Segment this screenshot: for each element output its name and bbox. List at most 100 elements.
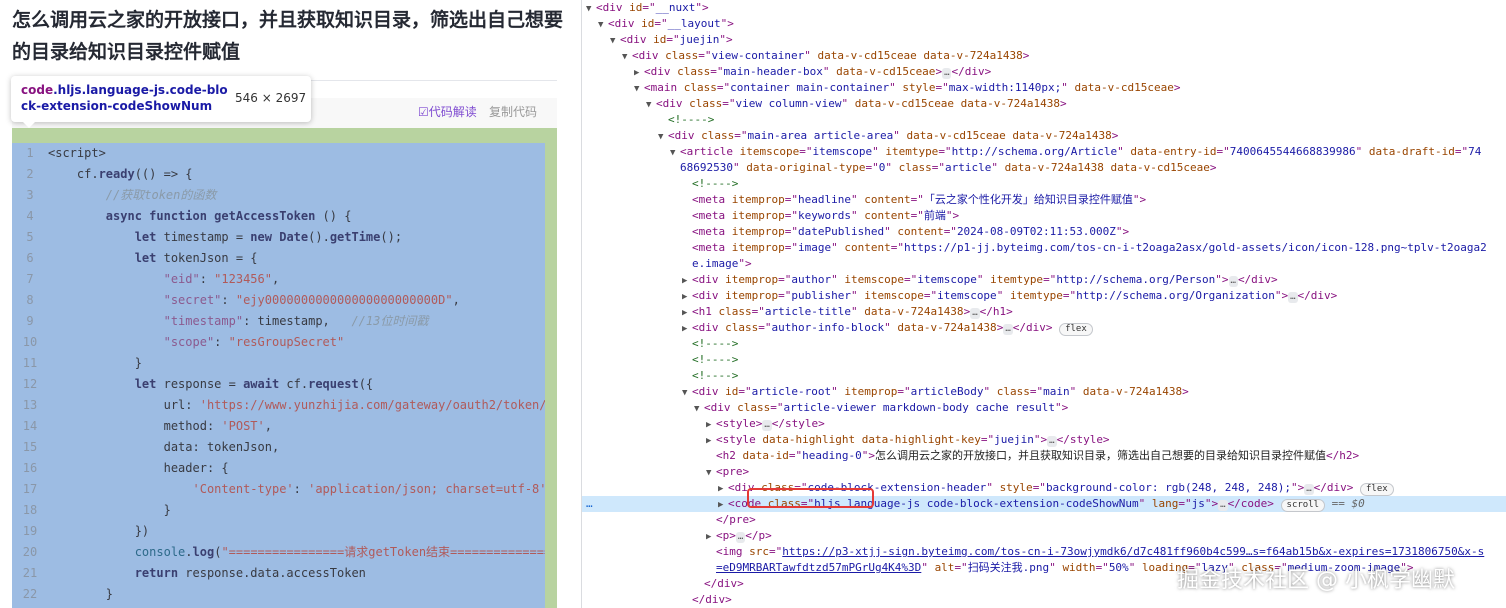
tag-markup: =" <box>642 1 656 14</box>
dom-node[interactable]: <h2 data-id="heading-0">怎么调用云之家的开放接口，并且获… <box>582 448 1506 464</box>
collapse-arrow-icon[interactable]: ▼ <box>622 49 632 65</box>
attr-value: 68692530 <box>680 161 733 174</box>
collapse-arrow-icon[interactable]: ▼ <box>598 17 608 33</box>
code-text: let response = await cf.request({ <box>48 374 373 395</box>
dom-node[interactable]: <!----> <box>582 352 1506 368</box>
dom-node[interactable]: <meta itemprop="headline" content="「云之家个… <box>582 192 1506 208</box>
layout-badge[interactable]: scroll <box>1280 499 1326 512</box>
dom-node[interactable]: ▼ <div class="view-container" data-v-cd15… <box>582 48 1506 64</box>
collapse-arrow-icon[interactable]: ▼ <box>586 1 596 17</box>
layout-badge[interactable]: flex <box>1360 483 1394 496</box>
expand-arrow-icon[interactable]: ▶ <box>682 305 692 321</box>
dom-node[interactable]: ▶ <style>… </style> <box>582 416 1506 432</box>
code-token: : timestamp, <box>243 314 352 328</box>
dom-node[interactable]: ▶ <div class="main-header-box" data-v-cd1… <box>582 64 1506 80</box>
dom-node[interactable]: ▶ <div itemprop="author" itemscope="items… <box>582 272 1506 288</box>
dom-node-selected[interactable]: … ▶ <code class="hljs language-js code-blo… <box>582 496 1506 512</box>
code-text: "scope": "resGroupSecret" <box>48 332 345 353</box>
expand-arrow-icon[interactable]: ▶ <box>718 497 728 513</box>
code-explain-button[interactable]: ☑代码解读 <box>418 104 477 120</box>
dom-node[interactable]: <!----> <box>582 368 1506 384</box>
code-text: }) <box>48 521 149 542</box>
tag-markup: =" <box>910 209 924 222</box>
collapse-arrow-icon[interactable]: ▼ <box>682 385 692 401</box>
tag-markup: =" <box>784 209 798 222</box>
expand-arrow-icon[interactable]: ▶ <box>706 433 716 449</box>
code-token: response = <box>156 377 244 391</box>
collapse-arrow-icon[interactable]: ▼ <box>646 97 656 113</box>
expand-arrow-icon[interactable]: ▶ <box>706 417 716 433</box>
expand-ellipsis-button[interactable]: … <box>735 532 746 543</box>
attr-name: itemtype <box>1009 289 1063 302</box>
dom-node[interactable]: ▶ <div class="author-info-block" data-v-7… <box>582 320 1506 336</box>
expand-ellipsis-button[interactable]: … <box>1218 500 1228 511</box>
collapse-arrow-icon[interactable]: ▼ <box>634 81 644 97</box>
tag-markup: " <box>889 81 903 94</box>
more-options-icon[interactable]: … <box>586 496 593 512</box>
dom-node[interactable]: <!----> <box>582 112 1506 128</box>
dom-node[interactable]: </pre> <box>582 512 1506 528</box>
dom-node[interactable]: ▶ <style data-highlight data-highlight-ke… <box>582 432 1506 448</box>
tag-markup: =" <box>935 81 949 94</box>
collapse-arrow-icon[interactable]: ▼ <box>706 465 716 481</box>
dom-node[interactable]: ▶ <div class="code-block-extension-header… <box>582 480 1506 496</box>
code-text: console.log("================请求getToken结… <box>48 542 545 563</box>
expand-arrow-icon[interactable]: ▶ <box>682 321 692 337</box>
dom-node[interactable]: ▼ <pre> <box>582 464 1506 480</box>
collapse-arrow-icon[interactable]: ▼ <box>670 145 680 161</box>
expand-arrow-icon[interactable]: ▶ <box>634 65 644 81</box>
code-token: "123456" <box>214 272 272 286</box>
dom-node[interactable]: 68692530" data-original-type="0" class="… <box>582 160 1506 176</box>
line-number: 10 <box>22 335 38 349</box>
dom-node[interactable]: ▼ <div id="article-root" itemprop="articl… <box>582 384 1506 400</box>
collapse-arrow-icon[interactable]: ▼ <box>610 33 620 49</box>
tag-markup: =" <box>897 385 911 398</box>
tag-markup: " <box>976 273 991 286</box>
dom-node[interactable]: <meta itemprop="image" content="https://… <box>582 240 1506 256</box>
dom-node[interactable]: </div> <box>582 592 1506 608</box>
tag-markup: " <box>893 129 907 142</box>
dom-node[interactable]: <meta itemprop="datePublished" content="… <box>582 224 1506 240</box>
expand-ellipsis-button[interactable]: … <box>1228 276 1238 287</box>
dom-node[interactable]: ▼ <div id="__layout"> <box>582 16 1506 32</box>
expand-ellipsis-button[interactable]: … <box>1003 324 1013 335</box>
dom-node[interactable]: <meta itemprop="keywords" content="前端"> <box>582 208 1506 224</box>
line-number: 16 <box>22 461 38 475</box>
copy-code-button[interactable]: 复制代码 <box>489 104 537 120</box>
dom-node[interactable]: ▼ <div class="article-viewer markdown-bod… <box>582 400 1506 416</box>
expand-ellipsis-button[interactable]: … <box>1047 436 1057 447</box>
dom-node[interactable]: ▼ <div id="__nuxt"> <box>582 0 1506 16</box>
tag-markup: =" <box>1454 145 1469 158</box>
tag-markup: <div <box>596 1 630 14</box>
dom-node[interactable]: ▼ <div id="juejin"> <box>582 32 1506 48</box>
dom-node[interactable]: ▼ <article itemscope="itemscope" itemtype… <box>582 144 1506 160</box>
layout-badge[interactable]: flex <box>1059 323 1093 336</box>
expand-ellipsis-button[interactable]: … <box>970 308 980 319</box>
attr-value: article-root <box>751 385 832 398</box>
dom-node[interactable]: <!----> <box>582 176 1506 192</box>
devtools-elements-panel[interactable]: ▼ <div id="__nuxt"> ▼ <div id="__layout"> ▼ <… <box>581 0 1506 608</box>
dom-node[interactable]: ▼ <div class="view column-view" data-v-cd… <box>582 96 1506 112</box>
expand-ellipsis-button[interactable]: … <box>1304 484 1314 495</box>
attr-link[interactable]: https://p3-xtjj-sign.byteimg.com/tos-cn-… <box>782 545 1484 558</box>
dom-node[interactable]: ▶ <h1 class="article-title" data-v-724a14… <box>582 304 1506 320</box>
expand-arrow-icon[interactable]: ▶ <box>706 529 716 545</box>
expand-ellipsis-button[interactable]: … <box>762 420 772 431</box>
code-token: "timestamp" <box>48 314 244 328</box>
expand-arrow-icon[interactable]: ▶ <box>718 481 728 497</box>
collapse-arrow-icon[interactable]: ▼ <box>658 129 668 145</box>
dom-node[interactable]: ▼ <div class="main-area article-area" dat… <box>582 128 1506 144</box>
dom-node[interactable]: ▶ <div itemprop="publisher" itemscope="it… <box>582 288 1506 304</box>
dom-node[interactable]: e.image"> <box>582 256 1506 272</box>
expand-arrow-icon[interactable]: ▶ <box>682 289 692 305</box>
expand-arrow-icon[interactable]: ▶ <box>682 273 692 289</box>
dom-node[interactable]: <img src="https://p3-xtjj-sign.byteimg.c… <box>582 544 1506 560</box>
tag-markup: " <box>850 289 865 302</box>
dom-node[interactable]: ▶ <p>… </p> <box>582 528 1506 544</box>
dom-node[interactable]: <!----> <box>582 336 1506 352</box>
expand-ellipsis-button[interactable]: … <box>1288 292 1298 303</box>
tag-markup: =" <box>903 273 918 286</box>
collapse-arrow-icon[interactable]: ▼ <box>694 401 704 417</box>
attr-link[interactable]: =eD9MRBARTawfdtzd57mPGrUg4K4%3D <box>716 561 921 574</box>
dom-node[interactable]: ▼ <main class="container main-container" … <box>582 80 1506 96</box>
